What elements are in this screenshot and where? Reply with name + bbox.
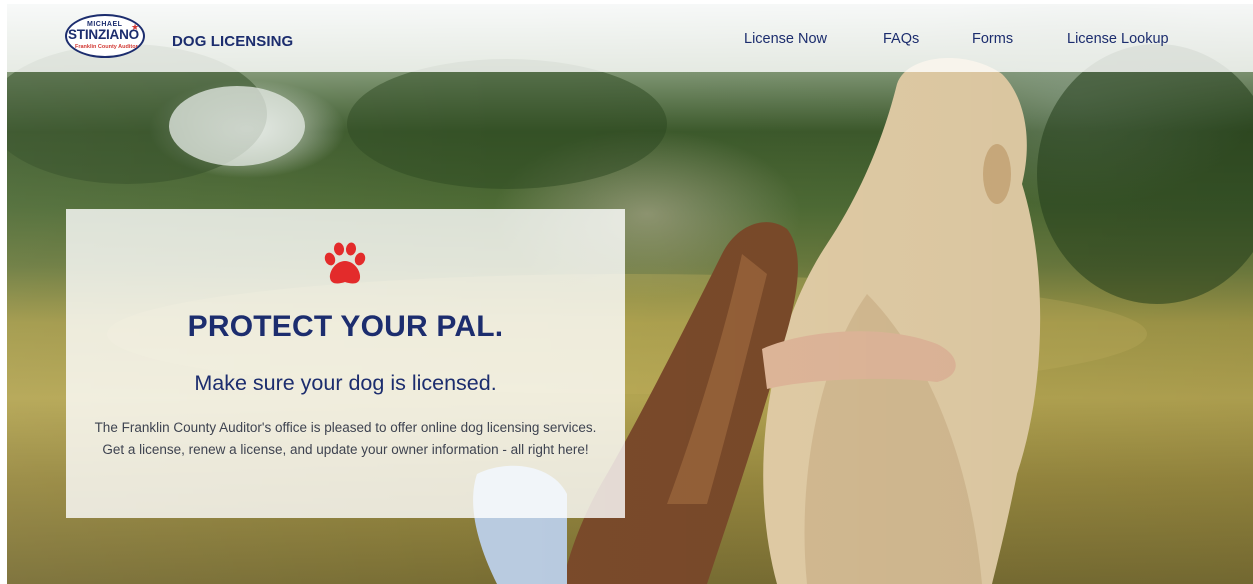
hero-subheadline: Make sure your dog is licensed. [194, 371, 497, 395]
hero-headline: PROTECT YOUR PAL. [187, 310, 504, 343]
auditor-logo[interactable]: MICHAEL STINZIANO ★ Franklin County Audi… [65, 14, 147, 60]
site-title[interactable]: DOG LICENSING [172, 33, 293, 50]
nav-license-now[interactable]: License Now [744, 31, 827, 47]
hero-card: PROTECT YOUR PAL. Make sure your dog is … [66, 209, 625, 518]
nav-license-lookup[interactable]: License Lookup [1067, 31, 1169, 47]
nav-faqs[interactable]: FAQs [883, 31, 919, 47]
hero-body-text: The Franklin County Auditor's office is … [94, 420, 597, 457]
page: MICHAEL STINZIANO ★ Franklin County Audi… [0, 0, 1253, 584]
top-navbar: MICHAEL STINZIANO ★ Franklin County Audi… [7, 4, 1253, 72]
logo-last-name: STINZIANO [68, 27, 139, 42]
star-icon: ★ [131, 22, 140, 32]
paw-icon [324, 242, 366, 284]
nav-forms[interactable]: Forms [972, 31, 1013, 47]
logo-subtitle: Franklin County Auditor [75, 44, 138, 50]
